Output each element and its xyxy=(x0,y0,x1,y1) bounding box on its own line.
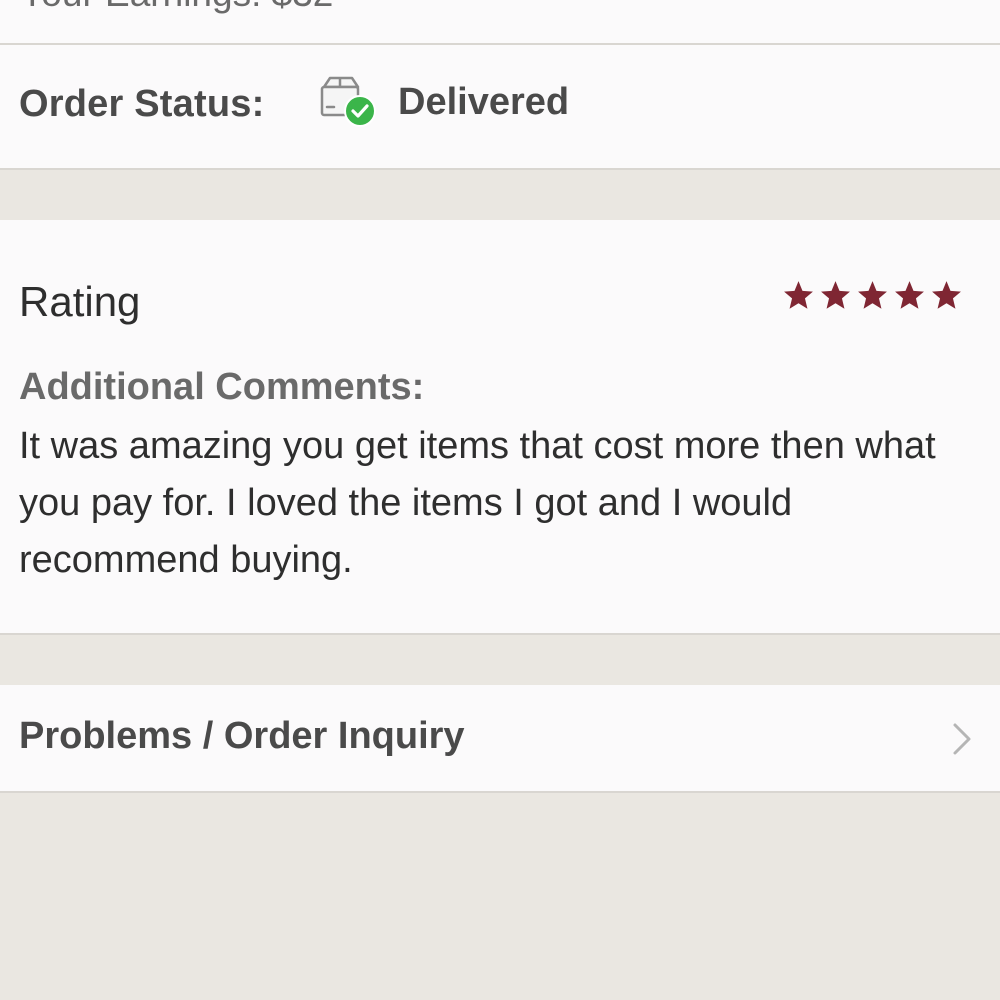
order-inquiry-label: Problems / Order Inquiry xyxy=(19,715,465,757)
rating-card: Rating Additional Comments: It was amazi… xyxy=(0,220,1000,635)
order-status-value: Delivered xyxy=(398,81,570,123)
additional-comments-text: It was amazing you get items that cost m… xyxy=(19,425,936,581)
additional-comments-label: Additional Comments: xyxy=(19,366,425,408)
order-inquiry-row[interactable]: Problems / Order Inquiry xyxy=(0,685,1000,793)
package-delivered-icon xyxy=(320,76,376,127)
star-rating xyxy=(782,279,963,312)
earnings-card: Your Earnings: $32 xyxy=(0,0,1000,45)
star-icon xyxy=(932,281,961,309)
star-icon xyxy=(858,281,887,309)
order-status-label: Order Status: xyxy=(19,83,265,125)
rating-title: Rating xyxy=(19,278,141,325)
star-icon xyxy=(895,281,924,309)
earnings-text: Your Earnings: $32 xyxy=(20,0,333,15)
chevron-right-icon xyxy=(953,723,971,755)
star-icon xyxy=(821,281,850,309)
order-status-card: Order Status: Delivered xyxy=(0,45,1000,170)
star-icon xyxy=(784,281,813,309)
